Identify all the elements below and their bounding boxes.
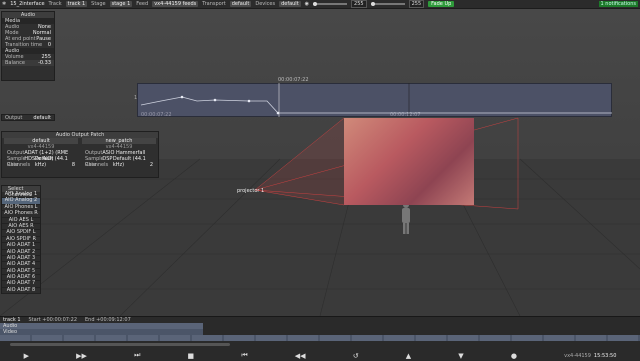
patch-column-new: new_patch vx4-44159 Output ASIO Hammerfal… xyxy=(80,138,158,168)
balance-row[interactable]: Balance -0.33 xyxy=(2,60,54,66)
audio-output-patch-panel: Audio Output Patch default vx4-44159 Out… xyxy=(1,131,159,178)
track-select[interactable]: track 1 xyxy=(65,1,88,7)
output-value[interactable]: default xyxy=(33,115,51,121)
feed-select[interactable]: vx4-44159 feeds xyxy=(152,1,199,7)
time-readout: 15:53:50 xyxy=(593,352,617,359)
stage-select[interactable]: stage 1 xyxy=(109,1,133,7)
up-icon[interactable]: ▲ xyxy=(406,352,411,360)
stage-label: Stage xyxy=(91,1,106,7)
notifications-badge[interactable]: 1 notifications xyxy=(598,1,638,7)
timeline-scrollbar[interactable] xyxy=(10,343,230,346)
down-icon[interactable]: ▼ xyxy=(458,352,463,360)
track-label: Track xyxy=(48,1,62,7)
timeline-start: Start +00:00:07:22 xyxy=(28,317,78,323)
devices-select[interactable]: default xyxy=(279,1,301,7)
project-name[interactable]: 15_2interface xyxy=(10,1,44,7)
loop-icon[interactable]: ↺ xyxy=(353,352,359,360)
fade-volume-slider[interactable] xyxy=(370,2,405,6)
transport-controls: ▶ ▶▶ ⏭ ■ ⏮ ◀◀ ↺ ▲ ▼ ● vx4-44159 15:53:50 xyxy=(0,350,640,361)
transport-select[interactable]: default xyxy=(229,1,252,7)
device-readout: vx4-44159 xyxy=(564,352,591,359)
master-volume-value[interactable]: 255 xyxy=(351,0,367,8)
app-icon[interactable]: ✱ xyxy=(2,1,6,7)
transport-label: Transport xyxy=(202,1,226,7)
master-volume-slider[interactable] xyxy=(313,2,348,6)
output-label: Output xyxy=(5,115,23,121)
timeline-ruler[interactable] xyxy=(0,335,640,341)
media-panel: Audio Media Audio None Mode Normal At end … xyxy=(1,11,55,81)
record-icon[interactable]: ● xyxy=(511,352,517,360)
rewind-icon[interactable]: ◀◀ xyxy=(295,352,306,360)
volume-icon: ◉ xyxy=(304,1,310,7)
play-icon[interactable]: ▶ xyxy=(24,352,29,360)
automation-curve[interactable] xyxy=(137,83,612,117)
output-row[interactable]: Output default xyxy=(1,114,55,121)
feed-label: Feed xyxy=(136,1,149,7)
select-channels-panel: Select Channels AIO Analog 1AIO Analog 2… xyxy=(1,185,41,295)
timeline-panel: track 1 Start +00:00:07:22 End +00:09:12… xyxy=(0,316,640,361)
skip-forward-icon[interactable]: ⏭ xyxy=(134,351,140,360)
channels-list: AIO Analog 1 AIO Analog 2 AIO Phones L AIO … xyxy=(2,191,40,295)
patch-column-default: default vx4-44159 Output ADAT (1+2) (RME … xyxy=(2,138,80,168)
play-next-icon[interactable]: ▶▶ xyxy=(76,352,87,360)
fade-up-button[interactable]: Fade Up xyxy=(428,1,455,7)
channel-item[interactable]: AIO ADAT 8 xyxy=(2,287,40,295)
timeline-end: End +00:09:12:07 xyxy=(85,317,131,323)
devices-label: Devices xyxy=(255,1,276,7)
stop-icon[interactable]: ■ xyxy=(188,352,195,360)
projected-image xyxy=(344,118,474,205)
skip-back-icon[interactable]: ⏮ xyxy=(241,351,247,360)
top-bar: ✱ 15_2interface Track track 1 Stage stag… xyxy=(0,0,640,9)
fade-volume-value[interactable]: 255 xyxy=(408,0,425,8)
projector-label[interactable]: projector 1 xyxy=(237,188,264,194)
